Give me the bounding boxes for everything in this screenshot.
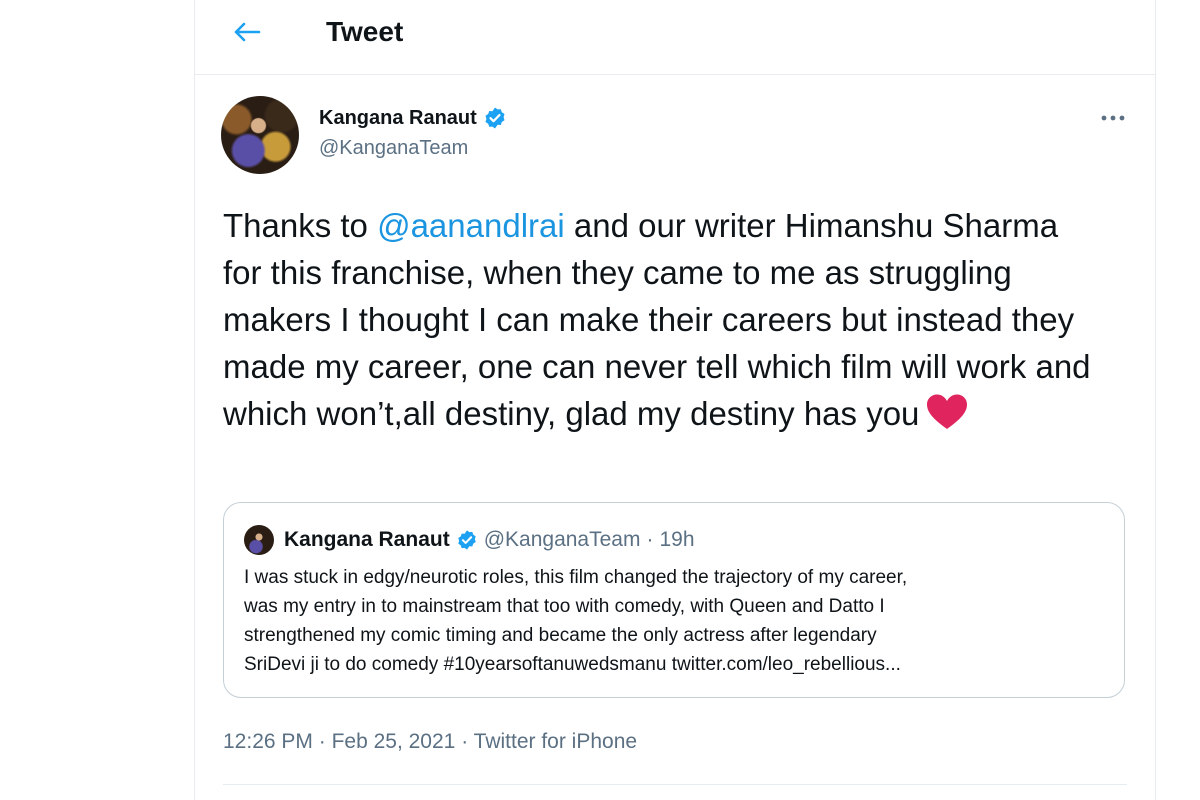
tweet-date[interactable]: Feb 25, 2021 xyxy=(332,730,456,753)
mention-link[interactable]: @aanandlrai xyxy=(377,207,565,244)
tweet-source[interactable]: Twitter for iPhone xyxy=(474,730,637,753)
tweet-text: Thanks to @aanandlrai and our writer Him… xyxy=(223,202,1103,443)
author-name-row[interactable]: Kangana Ranaut xyxy=(319,104,507,132)
heart-emoji xyxy=(925,393,969,443)
tweet-metadata: 12:26 PM · Feb 25, 2021 · Twitter for iP… xyxy=(223,728,637,756)
tweet-time[interactable]: 12:26 PM xyxy=(223,730,313,753)
verified-badge-icon xyxy=(456,529,478,551)
quoted-tweet-text: I was stuck in edgy/neurotic roles, this… xyxy=(244,563,1104,679)
page-title: Tweet xyxy=(326,16,404,47)
quoted-author-avatar xyxy=(244,525,274,555)
more-horizontal-icon xyxy=(1101,115,1125,121)
quoted-text-line: strengthened my comic timing and became … xyxy=(244,625,877,646)
quoted-author-name: Kangana Ranaut xyxy=(284,528,450,551)
separator-dot: · xyxy=(318,730,326,753)
quoted-author-handle: @KanganaTeam xyxy=(483,528,641,551)
quoted-text-line: SriDevi ji to do comedy #10yearsoftanuwe… xyxy=(244,654,901,675)
separator-dot: · xyxy=(646,528,654,551)
quoted-text-line: I was stuck in edgy/neurotic roles, this… xyxy=(244,567,908,588)
tweet-detail-column: Tweet Kangana Ranaut @KanganaTeam Thanks… xyxy=(194,0,1156,800)
quoted-tweet-header: Kangana Ranaut @KanganaTeam · 19h xyxy=(284,525,695,555)
author-avatar[interactable] xyxy=(221,96,299,174)
author-handle[interactable]: @KanganaTeam xyxy=(319,134,468,162)
verified-badge-icon xyxy=(485,107,505,129)
separator-dot: · xyxy=(461,730,469,753)
more-options-button[interactable] xyxy=(1095,104,1131,132)
quoted-tweet-card[interactable]: Kangana Ranaut @KanganaTeam · 19h I was … xyxy=(223,502,1125,698)
quoted-tweet-time: 19h xyxy=(659,528,695,551)
tweet-text-start: Thanks to xyxy=(223,207,378,244)
divider xyxy=(223,784,1127,785)
page-header: Tweet xyxy=(195,0,1155,75)
arrow-left-icon xyxy=(234,22,261,42)
author-name[interactable]: Kangana Ranaut xyxy=(319,104,477,132)
quoted-text-line: was my entry in to mainstream that too w… xyxy=(244,596,885,617)
back-button[interactable] xyxy=(225,14,269,50)
